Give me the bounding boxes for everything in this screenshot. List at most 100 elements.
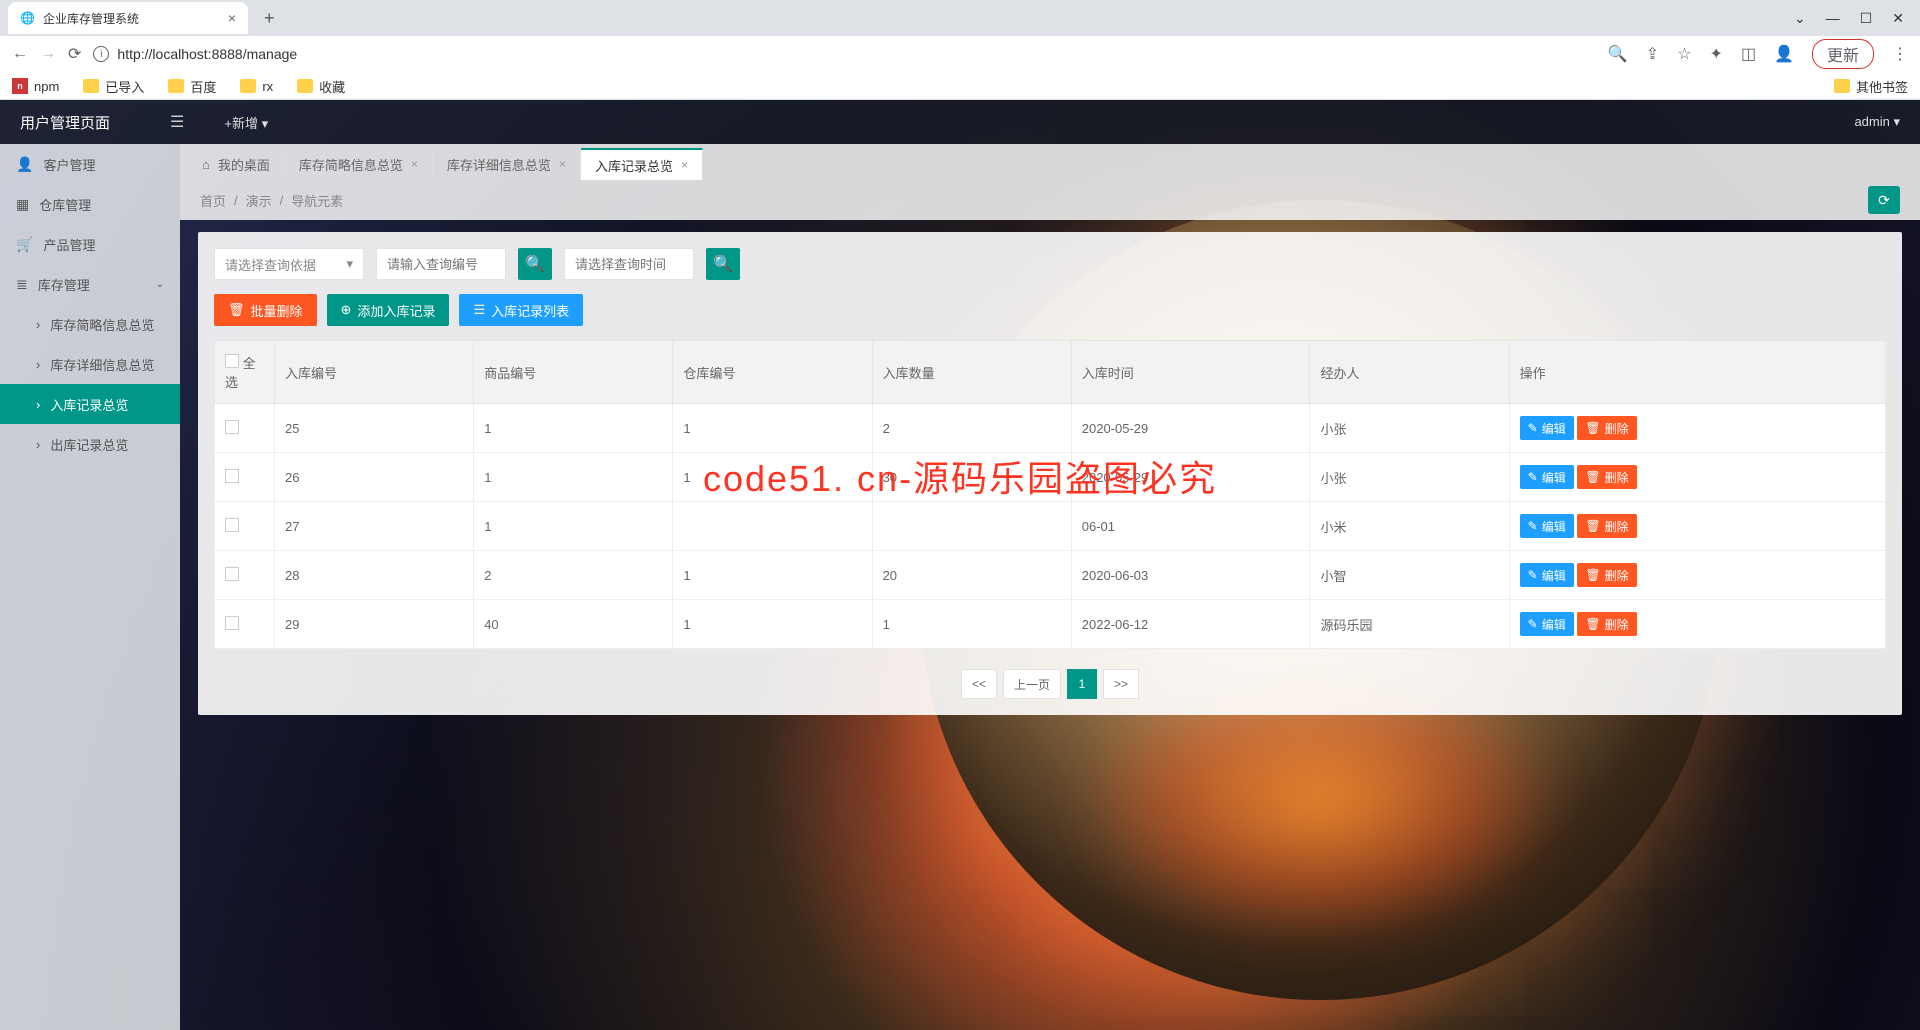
page-next[interactable]: >> [1103,669,1139,699]
chevron-right-icon: › [36,437,40,452]
share-icon[interactable]: ⇪ [1646,44,1659,64]
bookmark-baidu[interactable]: 百度 [168,77,216,96]
close-icon[interactable]: × [681,158,688,172]
new-tab-button[interactable]: + [256,4,283,33]
extensions-icon[interactable]: ✦ [1710,44,1723,64]
row-checkbox[interactable] [225,616,239,630]
delete-button[interactable]: 🗑 删除 [1577,416,1636,440]
close-icon[interactable]: × [228,10,236,26]
back-icon[interactable]: ← [12,45,28,63]
row-checkbox[interactable] [225,469,239,483]
trash-icon: 🗑 [1585,519,1600,533]
site-info-icon[interactable]: i [93,46,109,62]
edit-button[interactable]: ✎ 编辑 [1520,514,1574,538]
folder-icon [83,79,99,93]
pagination: << 上一页 1 >> [214,669,1886,699]
delete-button[interactable]: 🗑 删除 [1577,612,1636,636]
edit-button[interactable]: ✎ 编辑 [1520,612,1574,636]
page-current[interactable]: 1 [1067,669,1097,699]
delete-button[interactable]: 🗑 删除 [1577,465,1636,489]
cell-ops: ✎ 编辑 🗑 删除 [1509,502,1885,551]
url-text: http://localhost:8888/manage [117,46,297,62]
sidebar-item-stock-detail[interactable]: ›库存详细信息总览 [0,344,180,384]
tab-in[interactable]: 入库记录总览× [581,148,703,180]
row-checkbox[interactable] [225,567,239,581]
page-prev[interactable]: 上一页 [1003,669,1061,699]
cell-time: 2022-06-12 [1071,600,1310,649]
add-dropdown[interactable]: +新增 ▾ [224,113,268,132]
menu-toggle-icon[interactable]: ☰ [170,112,184,132]
cell-operator: 小张 [1310,453,1509,502]
caret-down-icon: ▾ [346,256,353,272]
forward-icon[interactable]: → [40,45,56,63]
user-dropdown[interactable]: admin ▾ [1854,114,1900,130]
close-icon[interactable]: × [559,157,566,171]
breadcrumb-home[interactable]: 首页 [200,191,226,210]
page-title: 用户管理页面 [20,112,110,133]
maximize-icon[interactable]: ☐ [1860,10,1873,27]
profile-icon[interactable]: 👤 [1774,44,1794,64]
minimize-icon[interactable]: — [1826,10,1840,26]
menu-icon[interactable]: ⋮ [1892,44,1908,64]
bookmark-imported[interactable]: 已导入 [83,77,144,96]
update-button[interactable]: 更新 [1812,39,1874,69]
main-panel: 请选择查询依据▾ 🔍 🔍 🗑批量删除 ⊕添加入库记录 ☰入库记录列表 全选 [198,232,1902,715]
col-qty: 入库数量 [872,341,1071,404]
edit-button[interactable]: ✎ 编辑 [1520,416,1574,440]
browser-tab[interactable]: 🌐 企业库存管理系统 × [8,2,248,34]
tab-brief[interactable]: 库存简略信息总览× [285,148,433,180]
close-icon[interactable]: × [411,157,418,171]
trash-icon: 🗑 [1585,568,1600,582]
zoom-icon[interactable]: 🔍 [1608,44,1628,64]
close-window-icon[interactable]: ✕ [1892,10,1904,27]
edit-button[interactable]: ✎ 编辑 [1520,465,1574,489]
bookmark-npm[interactable]: nnpm [12,78,59,94]
cell-qty: 2 [872,404,1071,453]
edit-button[interactable]: ✎ 编辑 [1520,563,1574,587]
search-id-input[interactable] [376,248,506,280]
other-bookmarks[interactable]: 其他书签 [1834,77,1908,96]
select-all-checkbox[interactable] [225,354,239,368]
tab-dropdown-icon[interactable]: ⌄ [1794,10,1806,27]
url-input[interactable]: i http://localhost:8888/manage [93,46,1595,62]
row-checkbox[interactable] [225,420,239,434]
tab-home[interactable]: ⌂我的桌面 [188,148,285,180]
sidebar-item-customer[interactable]: 👤客户管理 [0,144,180,184]
row-checkbox[interactable] [225,518,239,532]
star-icon[interactable]: ☆ [1677,44,1691,64]
col-operator: 经办人 [1310,341,1509,404]
globe-icon: 🌐 [20,11,35,25]
cell-operator: 小米 [1310,502,1509,551]
cell-wh-id: 1 [673,600,872,649]
refresh-button[interactable]: ⟳ [1868,186,1900,214]
cell-qty [872,502,1071,551]
sidebar-item-warehouse[interactable]: ▦仓库管理 [0,184,180,224]
batch-delete-button[interactable]: 🗑批量删除 [214,294,317,326]
col-time: 入库时间 [1071,341,1310,404]
panel-icon[interactable]: ◫ [1741,44,1756,64]
add-record-button[interactable]: ⊕添加入库记录 [327,294,450,326]
bookmark-rx[interactable]: rx [240,79,273,94]
sidebar-item-stock-brief[interactable]: ›库存简略信息总览 [0,304,180,344]
content-area: ⌂我的桌面 库存简略信息总览× 库存详细信息总览× 入库记录总览× 首页 / 演… [180,144,1920,1030]
bookmark-fav[interactable]: 收藏 [297,77,345,96]
search-time-input[interactable] [564,248,694,280]
search-time-button[interactable]: 🔍 [706,248,740,280]
sidebar-item-stock-in[interactable]: ›入库记录总览 [0,384,180,424]
tab-detail[interactable]: 库存详细信息总览× [433,148,581,180]
reload-icon[interactable]: ⟳ [68,44,81,64]
sidebar-item-stock-out[interactable]: ›出库记录总览 [0,424,180,464]
page-first[interactable]: << [961,669,997,699]
search-id-button[interactable]: 🔍 [518,248,552,280]
search-basis-select[interactable]: 请选择查询依据▾ [214,248,364,280]
delete-button[interactable]: 🗑 删除 [1577,514,1636,538]
cell-wh-id: 1 [673,551,872,600]
cell-time: 2020-05-29 [1071,453,1310,502]
list-records-button[interactable]: ☰入库记录列表 [459,294,583,326]
breadcrumb-demo[interactable]: 演示 [246,191,272,210]
delete-button[interactable]: 🗑 删除 [1577,563,1636,587]
sidebar-item-product[interactable]: 🛒产品管理 [0,224,180,264]
sidebar-item-stock[interactable]: ≣库存管理⌄ [0,264,180,304]
bookmark-bar: nnpm 已导入 百度 rx 收藏 其他书签 [0,72,1920,100]
cart-icon: 🛒 [16,236,33,253]
